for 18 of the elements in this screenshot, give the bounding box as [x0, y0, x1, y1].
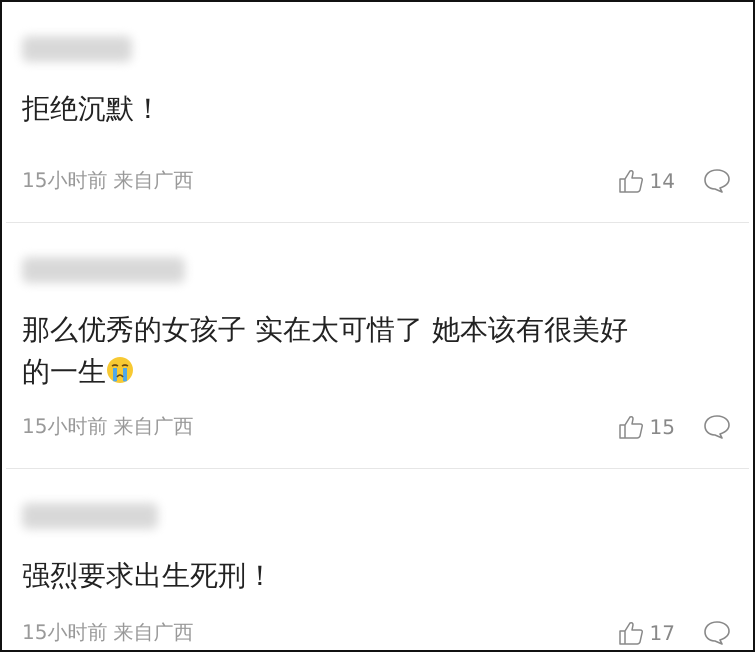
comment-time: 15小时前	[22, 413, 108, 440]
thumbs-up-icon[interactable]	[618, 414, 644, 440]
comment-icon[interactable]	[703, 620, 731, 646]
like-count: 14	[650, 168, 675, 192]
comment-icon[interactable]	[703, 168, 731, 194]
comment-location: 来自广西	[113, 413, 194, 440]
comment-text: 拒绝沉默！	[22, 92, 162, 125]
comment-time: 15小时前	[22, 619, 108, 646]
comment-location: 来自广西	[113, 619, 194, 646]
thumbs-up-icon[interactable]	[618, 168, 644, 194]
like-count: 17	[650, 620, 675, 644]
like-count: 15	[650, 414, 675, 438]
comment-location: 来自广西	[113, 167, 194, 194]
comment-icon[interactable]	[703, 414, 731, 440]
comment-text: 强烈要求出生死刑！	[22, 559, 274, 592]
comment-text: 那么优秀的女孩子 实在太可惜了 她本该有很美好的一生	[22, 313, 628, 388]
thumbs-up-icon[interactable]	[618, 620, 644, 646]
comment-time: 15小时前	[22, 167, 108, 194]
